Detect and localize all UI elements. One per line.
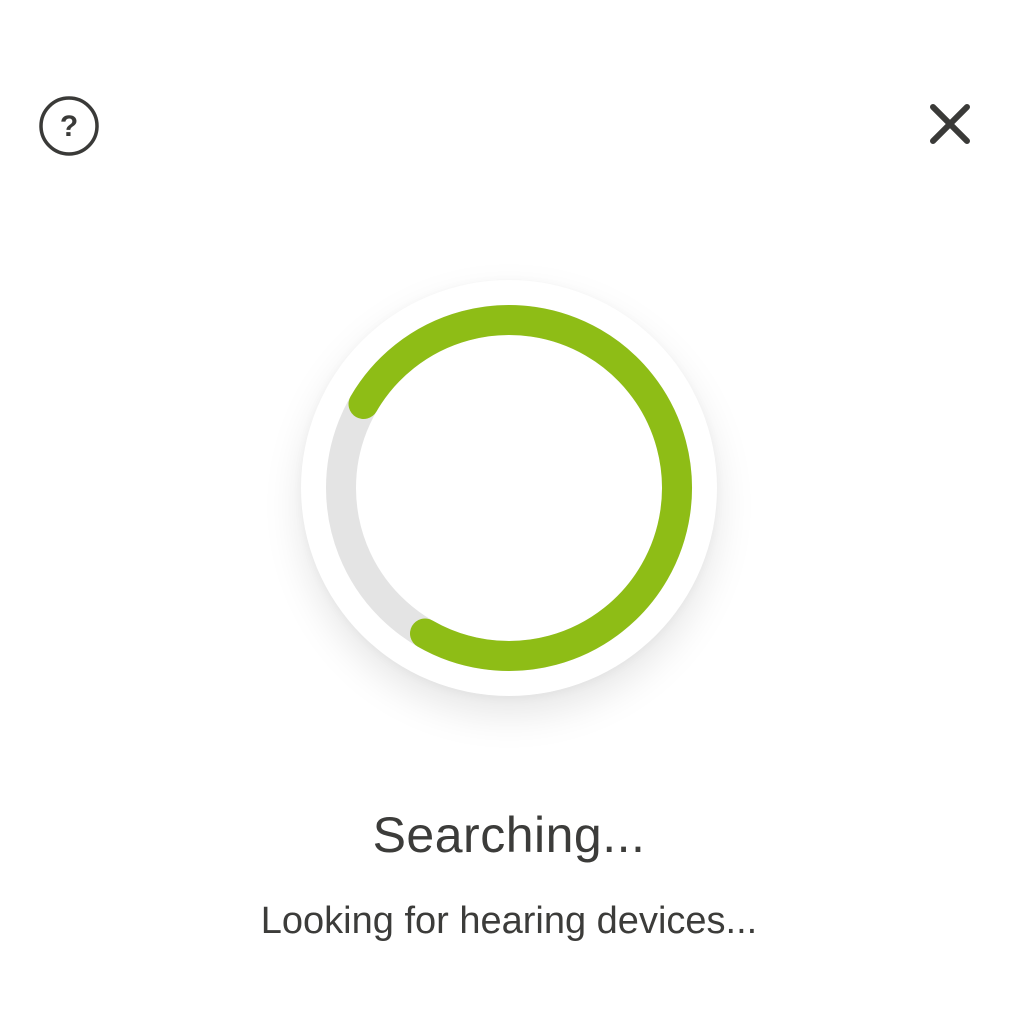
help-button[interactable]: ? — [38, 95, 100, 157]
close-icon — [930, 104, 970, 144]
spinner-ring — [326, 305, 692, 671]
question-circle-icon: ? — [39, 96, 99, 156]
status-subtitle: Looking for hearing devices... — [260, 900, 758, 942]
close-button[interactable] — [924, 98, 976, 150]
loading-spinner — [301, 280, 717, 696]
question-mark-glyph: ? — [60, 110, 78, 143]
status-title: Searching... — [372, 807, 646, 863]
